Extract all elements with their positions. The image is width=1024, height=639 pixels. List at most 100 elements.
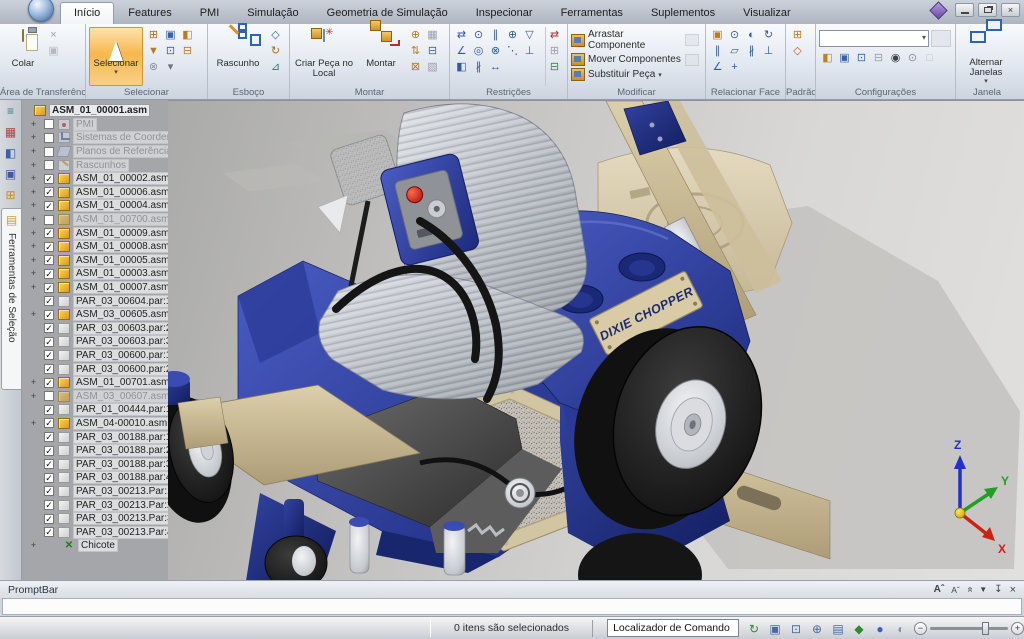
command-locator-input[interactable]: Localizador de Comando — [607, 619, 739, 637]
center-plane-icon[interactable]: ◧ — [453, 59, 470, 75]
tab-simulacao[interactable]: Simulação — [233, 2, 312, 24]
tree-item[interactable]: ✓PAR_01_00444.par:1 — [22, 403, 168, 417]
prompt-input[interactable] — [2, 598, 1022, 615]
tab-ferramentas[interactable]: Ferramentas — [547, 2, 637, 24]
cam-icon[interactable]: ⊗ — [487, 43, 504, 59]
tree-item[interactable]: ✓PAR_03_00603.par:2 — [22, 322, 168, 336]
parallel-face-icon[interactable]: ∥ — [709, 43, 726, 59]
pattern-icon[interactable]: ⊞ — [789, 27, 806, 43]
visibility-checkbox[interactable]: ✓ — [44, 323, 54, 333]
expand-icon[interactable]: + — [29, 310, 38, 319]
drop-icon[interactable]: ▧ — [424, 59, 441, 75]
rigid-set-icon[interactable]: ⊞ — [546, 43, 563, 59]
visibility-checkbox[interactable]: ✓ — [44, 283, 54, 293]
sketch-view-icon[interactable]: ◇ — [267, 27, 284, 43]
gear-icon[interactable]: ⊥ — [521, 43, 538, 59]
tree-item[interactable]: ✓PAR_03_00604.par:1 — [22, 294, 168, 308]
configuration-combobox[interactable] — [819, 30, 929, 47]
visibility-checkbox[interactable]: ✓ — [44, 459, 54, 469]
visibility-checkbox[interactable]: ✓ — [44, 364, 54, 374]
zoom-icon[interactable]: ⊕ — [808, 620, 826, 637]
tree-item[interactable]: ✓PAR_03_00188.par:2 — [22, 444, 168, 458]
copy-icon[interactable]: ▣ — [45, 43, 62, 59]
coincident-icon[interactable]: ▣ — [709, 27, 726, 43]
tree-item[interactable]: +✓ASM_01_00002.asm:1 — [22, 172, 168, 186]
expand-icon[interactable]: + — [29, 378, 38, 387]
offset-icon[interactable]: ∦ — [743, 43, 760, 59]
visibility-checkbox[interactable] — [44, 215, 54, 225]
tree-item[interactable]: +ASM_01_00700.asm:1 — [22, 213, 168, 227]
tab-inicio[interactable]: Início — [60, 2, 114, 24]
help-icon[interactable] — [929, 1, 947, 19]
shaded-view-icon[interactable]: ◆ — [850, 620, 868, 637]
select-visible-icon[interactable]: ▣ — [162, 27, 179, 43]
visibility-checkbox[interactable] — [44, 160, 54, 170]
sidebar-tab-selection-tools[interactable]: ▤ Ferramentas de Seleção — [1, 208, 21, 390]
plus-icon[interactable]: + — [726, 59, 743, 75]
visibility-checkbox[interactable]: ✓ — [44, 514, 54, 524]
perspective-icon[interactable]: ◐ — [892, 620, 910, 637]
pan-icon[interactable]: ▤ — [829, 620, 847, 637]
replace-part-button[interactable]: Substituir Peça ▾ — [571, 68, 699, 81]
tree-root-row[interactable]: ASM_01_00001.asm — [22, 104, 168, 118]
restore-button[interactable] — [978, 3, 997, 17]
tab-suplementos[interactable]: Suplementos — [637, 2, 729, 24]
angle-icon[interactable]: ∠ — [453, 43, 470, 59]
sketch-3d-icon[interactable]: ⊿ — [267, 59, 284, 75]
angle-face-icon[interactable]: ∠ — [709, 59, 726, 75]
tab-geometria-de-simulacao[interactable]: Geometria de Simulação — [313, 2, 462, 24]
tree-item[interactable]: +✓ASM_03_00605.asm:1 — [22, 308, 168, 322]
visibility-checkbox[interactable]: ✓ — [44, 378, 54, 388]
expand-icon[interactable]: + — [29, 392, 38, 401]
move-components-button[interactable]: Mover Componentes — [571, 53, 699, 66]
tab-pmi[interactable]: PMI — [186, 2, 234, 24]
tangent-icon[interactable]: ◎ — [470, 43, 487, 59]
axial-align-icon[interactable]: ∥ — [487, 27, 504, 43]
insert-icon[interactable]: ⊕ — [504, 27, 521, 43]
expand-icon[interactable]: + — [29, 242, 38, 251]
fastener-icon[interactable]: ⊕ — [407, 27, 424, 43]
expand-icon[interactable]: + — [29, 188, 38, 197]
visibility-checkbox[interactable] — [44, 391, 54, 401]
pin-icon[interactable]: ↧ — [994, 584, 1002, 595]
application-button[interactable] — [28, 0, 54, 22]
tree-item[interactable]: ✓PAR_03_00600.par:1 — [22, 349, 168, 363]
duplicate-icon[interactable]: ▦ — [424, 27, 441, 43]
tree-item[interactable]: ✓PAR_03_00213.Par:4 — [22, 525, 168, 539]
select-button[interactable]: Selecionar ▾ — [89, 27, 143, 86]
visibility-checkbox[interactable] — [44, 119, 54, 129]
tree-item[interactable]: +Sistemas de Coordenadas — [22, 131, 168, 145]
color-manager-icon[interactable]: ◧ — [2, 145, 20, 163]
config-copy-icon[interactable]: ⊟ — [870, 50, 887, 66]
ground-icon[interactable]: ⊟ — [546, 59, 563, 75]
tree-item[interactable]: +✕Chicote — [22, 539, 168, 553]
graphics-viewport[interactable]: DIXIE CHOPPER — [168, 100, 1024, 580]
sketch-update-icon[interactable]: ↻ — [267, 43, 284, 59]
mate-icon[interactable]: ⇄ — [453, 27, 470, 43]
assemble-button[interactable]: Montar — [357, 27, 405, 86]
config-empty-icon[interactable]: □ — [921, 50, 938, 66]
tree-item[interactable]: +✓ASM_01_00008.asm:1 — [22, 240, 168, 254]
family-icon[interactable]: ⊞ — [2, 187, 20, 205]
update-view-icon[interactable]: ↻ — [745, 620, 763, 637]
view-styles-icon[interactable]: ● — [871, 620, 889, 637]
parallel-icon[interactable]: ∦ — [470, 59, 487, 75]
tree-item[interactable]: +ASM_03_00607.asm:1 — [22, 389, 168, 403]
visibility-checkbox[interactable]: ✓ — [44, 446, 54, 456]
close-button[interactable]: × — [1001, 3, 1020, 17]
tree-item[interactable]: +✓ASM_01_00009.asm:1 — [22, 226, 168, 240]
config-new-icon[interactable]: ◧ — [819, 50, 836, 66]
paste-button[interactable]: Colar — [3, 27, 43, 86]
visibility-checkbox[interactable]: ✓ — [44, 174, 54, 184]
minimize-button[interactable] — [955, 3, 974, 17]
symmetric-icon[interactable]: ⇄ — [546, 27, 563, 43]
mirror-icon[interactable]: ◇ — [789, 43, 806, 59]
cut-icon[interactable]: × — [45, 27, 62, 43]
path-icon[interactable]: ⋱ — [504, 43, 521, 59]
tree-item[interactable]: ✓PAR_03_00600.par:2 — [22, 362, 168, 376]
zoom-in-button[interactable]: + — [1011, 622, 1024, 635]
config-window-icon[interactable]: ▣ — [836, 50, 853, 66]
tree-item[interactable]: ✓PAR_03_00603.par:3 — [22, 335, 168, 349]
zoom-area-icon[interactable]: ⊡ — [787, 620, 805, 637]
expand-icon[interactable]: + — [29, 147, 38, 156]
